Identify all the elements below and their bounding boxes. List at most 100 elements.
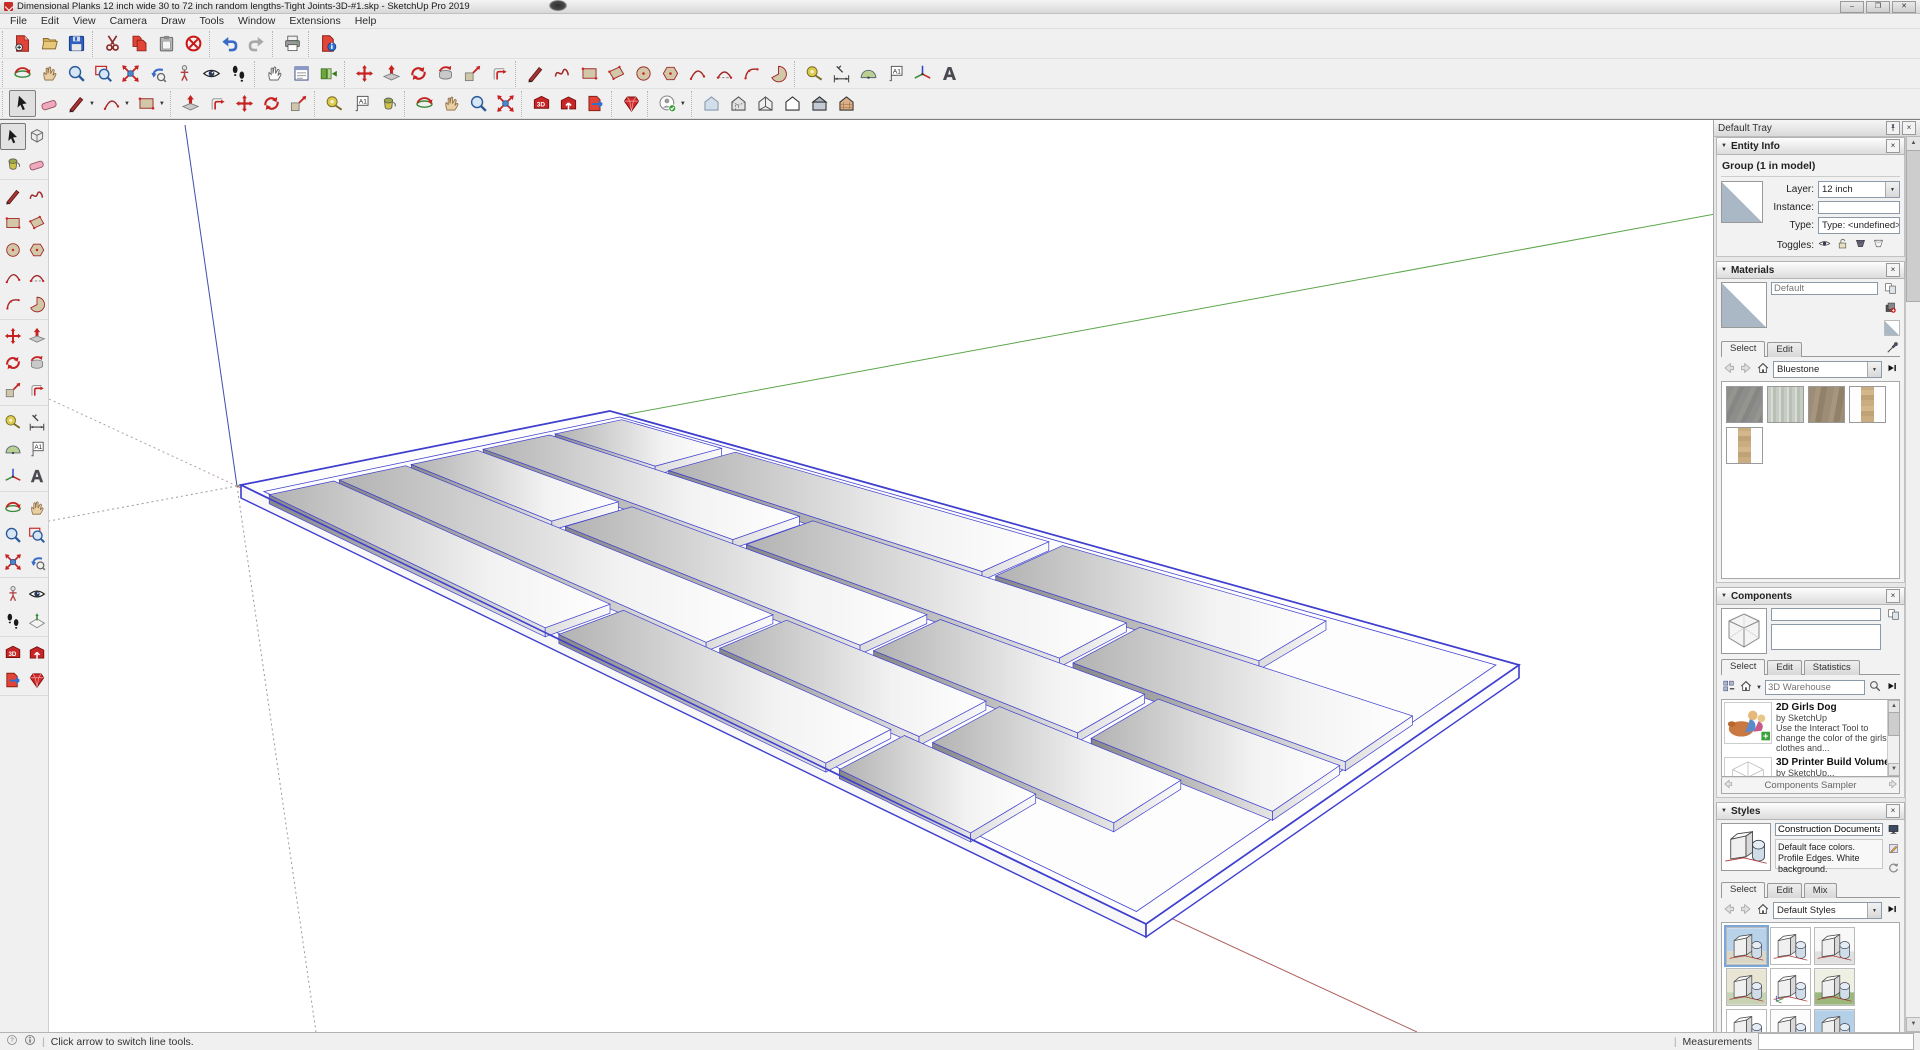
tray-scrollbar[interactable]: ▲ ▼ <box>1905 136 1920 1032</box>
rect-icon[interactable] <box>133 90 160 117</box>
tab-statistics[interactable]: Statistics <box>1804 660 1860 675</box>
entity-list-icon[interactable] <box>288 60 315 87</box>
material-swatch-plank[interactable] <box>1726 427 1763 464</box>
chevron-down-icon[interactable]: ▼ <box>1867 903 1881 918</box>
components-scrollbar[interactable]: ▲▼ <box>1887 700 1899 776</box>
offset-icon[interactable] <box>204 90 231 117</box>
warehouse-3d-icon[interactable]: 3D <box>528 90 555 117</box>
components-header[interactable]: ▼ Components × <box>1716 587 1905 605</box>
rect-icon[interactable] <box>576 60 603 87</box>
hiddenline-icon[interactable] <box>779 90 806 117</box>
forward-arrow-icon[interactable] <box>1739 902 1753 919</box>
scroll-thumb[interactable] <box>1906 150 1920 302</box>
polygon-t-icon[interactable] <box>657 60 684 87</box>
axes-icon[interactable] <box>0 462 26 489</box>
forward-arrow-icon[interactable] <box>1739 361 1753 378</box>
push-pull-icon[interactable] <box>378 60 405 87</box>
warehouse-3d-icon[interactable]: 3D <box>0 639 26 666</box>
rotate-icon[interactable] <box>0 349 26 376</box>
protractor-icon[interactable] <box>0 435 26 462</box>
home-icon[interactable] <box>1756 902 1770 919</box>
component-list-item[interactable]: 2D Girls Dogby SketchUpUse the Interact … <box>1722 700 1899 755</box>
menu-extensions[interactable]: Extensions <box>282 15 347 27</box>
geolocation-icon[interactable]: ? <box>6 1034 18 1049</box>
polygon-t-icon[interactable] <box>24 236 50 263</box>
push-pull-icon[interactable] <box>177 90 204 117</box>
offset-icon[interactable] <box>24 376 50 403</box>
pan-icon[interactable] <box>438 90 465 117</box>
shaded-icon[interactable] <box>806 90 833 117</box>
select-icon[interactable] <box>0 123 26 150</box>
eraser-icon[interactable] <box>24 150 50 177</box>
details-flyout-icon[interactable] <box>1885 902 1899 919</box>
arc3-icon[interactable] <box>0 290 26 317</box>
tab-select[interactable]: Select <box>1721 341 1765 357</box>
menu-draw[interactable]: Draw <box>154 15 193 27</box>
position-camera-icon[interactable] <box>171 60 198 87</box>
eyedropper-icon[interactable] <box>1886 340 1900 357</box>
redo-icon[interactable] <box>243 30 270 57</box>
close-icon[interactable]: × <box>1886 804 1900 818</box>
arc-icon[interactable] <box>98 90 125 117</box>
secondary-pane-icon[interactable] <box>1884 282 1900 298</box>
style-tile-2[interactable] <box>1770 927 1811 965</box>
components-list[interactable]: 2D Girls Dogby SketchUpUse the Interact … <box>1721 699 1900 777</box>
share-model-icon[interactable] <box>24 639 50 666</box>
style-tile-9[interactable] <box>1814 1009 1855 1033</box>
zoom-extents-icon[interactable] <box>117 60 144 87</box>
search-icon[interactable] <box>1868 679 1882 696</box>
back-arrow-icon[interactable] <box>1722 902 1736 919</box>
text-icon[interactable]: A1 <box>348 90 375 117</box>
follow-me-icon[interactable] <box>432 60 459 87</box>
send-layout-icon[interactable] <box>0 666 26 693</box>
details-flyout-icon[interactable] <box>1885 679 1899 696</box>
close-icon[interactable]: × <box>1886 139 1900 153</box>
menu-tools[interactable]: Tools <box>192 15 231 27</box>
protractor-icon[interactable] <box>855 60 882 87</box>
arc3-icon[interactable] <box>738 60 765 87</box>
toggle-light-icon[interactable] <box>1872 237 1885 253</box>
tape-icon[interactable] <box>0 408 26 435</box>
close-icon[interactable]: × <box>1886 263 1900 277</box>
tab-mix[interactable]: Mix <box>1804 883 1837 898</box>
sample-paint-thumb[interactable] <box>1884 320 1900 336</box>
warehouse-search-input[interactable] <box>1765 680 1865 695</box>
model-info-icon[interactable] <box>315 30 342 57</box>
pan-icon[interactable] <box>36 60 63 87</box>
view-options-icon[interactable] <box>1722 679 1736 696</box>
pie-icon[interactable] <box>24 290 50 317</box>
model-viewport[interactable] <box>49 120 1713 1032</box>
arc-icon[interactable] <box>0 263 26 290</box>
line-icon[interactable] <box>0 182 26 209</box>
entity-info-header[interactable]: ▼ Entity Info × <box>1716 137 1905 155</box>
menu-edit[interactable]: Edit <box>34 15 66 27</box>
tray-title-bar[interactable]: Default Tray × <box>1714 120 1920 137</box>
wireframe-icon[interactable] <box>752 90 779 117</box>
look-around-icon[interactable] <box>198 60 225 87</box>
measurements-input[interactable] <box>1758 1033 1914 1050</box>
type-dropdown[interactable]: Type: <undefined>▼ <box>1818 217 1900 234</box>
materials-collection-dropdown[interactable]: Bluestone▼ <box>1773 361 1882 378</box>
style-tile-6[interactable] <box>1814 968 1855 1006</box>
scale-icon[interactable] <box>459 60 486 87</box>
tape-icon[interactable] <box>801 60 828 87</box>
new-doc-icon[interactable] <box>9 30 36 57</box>
display-options-icon[interactable] <box>1887 823 1900 839</box>
freehand-icon[interactable] <box>24 182 50 209</box>
copy-icon[interactable] <box>126 30 153 57</box>
textured-icon[interactable] <box>833 90 860 117</box>
component-name-field[interactable] <box>1771 608 1881 621</box>
tab-edit[interactable]: Edit <box>1767 660 1801 675</box>
refresh-icon[interactable] <box>1887 861 1900 877</box>
chevron-down-icon[interactable]: ▼ <box>1885 182 1899 197</box>
scroll-thumb[interactable] <box>1888 712 1900 736</box>
rotate-icon[interactable] <box>405 60 432 87</box>
scroll-down-icon[interactable]: ▼ <box>1888 763 1900 776</box>
pin-icon[interactable] <box>1886 121 1900 135</box>
position-camera-icon[interactable] <box>0 580 26 607</box>
edit-style-icon[interactable] <box>1887 842 1900 858</box>
menu-help[interactable]: Help <box>348 15 384 27</box>
text3d-icon[interactable] <box>936 60 963 87</box>
component-desc-field[interactable] <box>1771 624 1881 650</box>
hand-util-icon[interactable] <box>261 60 288 87</box>
